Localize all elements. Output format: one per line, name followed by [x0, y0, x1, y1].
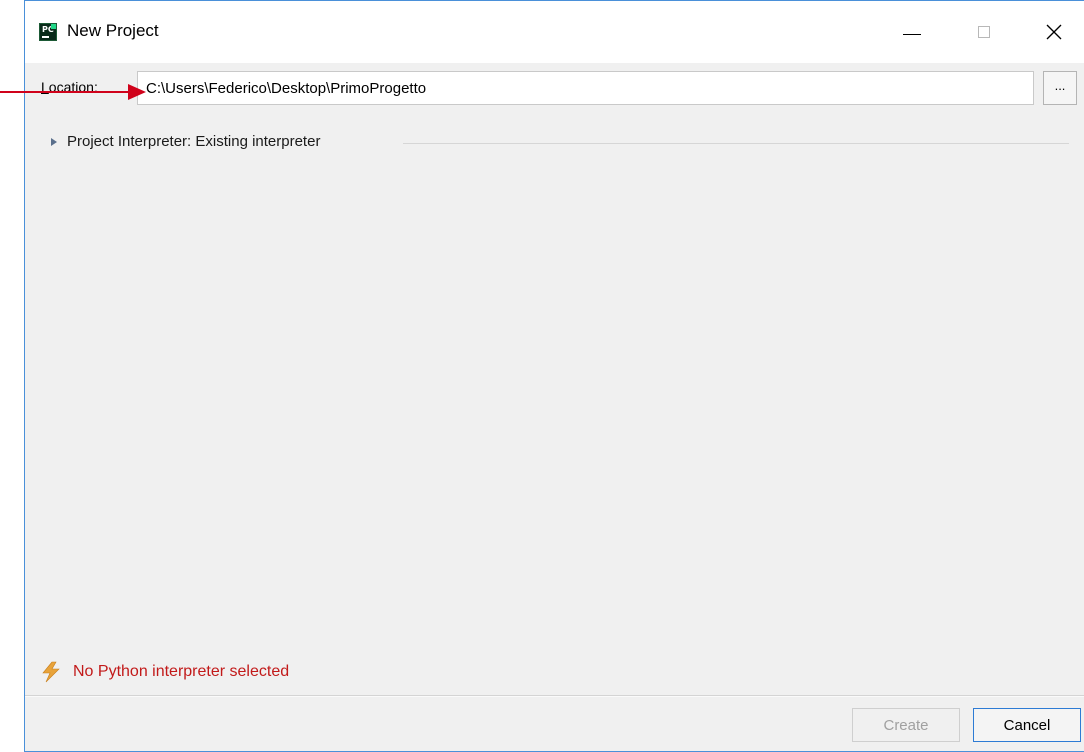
- maximize-button[interactable]: [961, 13, 1007, 51]
- location-label-text: ocation:: [48, 79, 98, 95]
- browse-button[interactable]: ...: [1043, 71, 1077, 105]
- location-label: Location:: [41, 79, 98, 95]
- window-title: New Project: [67, 21, 159, 40]
- close-button[interactable]: [1031, 13, 1077, 51]
- interpreter-warning: No Python interpreter selected: [41, 661, 289, 683]
- title-bar: PC New Project: [25, 1, 1084, 63]
- maximize-icon: [978, 26, 990, 38]
- minimize-button[interactable]: [889, 13, 935, 51]
- location-input[interactable]: [137, 71, 1034, 105]
- location-label-mnemonic: L: [41, 79, 49, 95]
- project-interpreter-toggle[interactable]: Project Interpreter: Existing interprete…: [51, 133, 320, 150]
- project-interpreter-label: Project Interpreter: Existing interprete…: [67, 133, 321, 150]
- minimize-icon: [903, 33, 921, 35]
- create-button[interactable]: Create: [852, 708, 960, 742]
- lightning-warning-icon: [42, 661, 60, 683]
- close-icon: [1046, 24, 1062, 40]
- expand-arrow-icon: [51, 137, 57, 146]
- pycharm-app-icon: PC: [39, 23, 57, 41]
- cancel-button[interactable]: Cancel: [973, 708, 1081, 742]
- new-project-dialog: PC New Project Location: ... Project Int…: [24, 0, 1084, 752]
- section-divider: [403, 143, 1069, 144]
- warning-text: No Python interpreter selected: [73, 663, 290, 680]
